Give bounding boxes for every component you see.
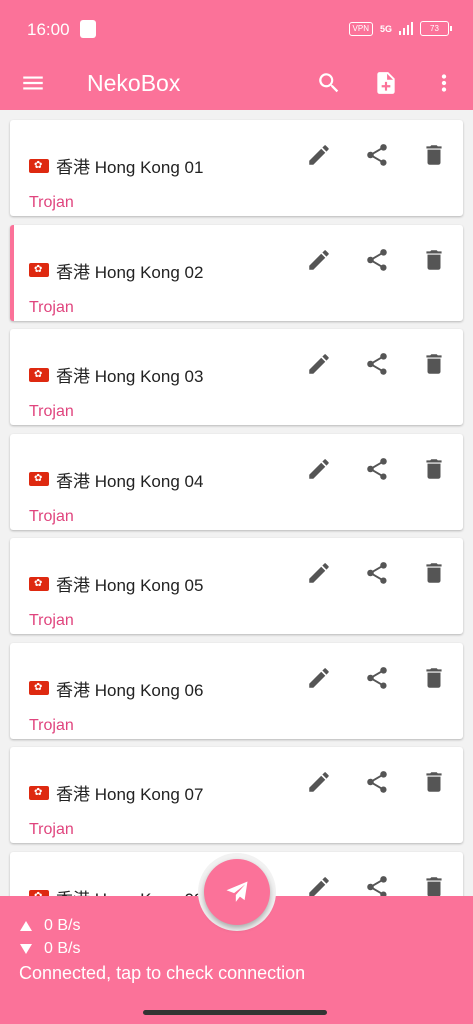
profile-type: Trojan [29, 612, 74, 629]
profile-name: 香港 Hong Kong 03 [29, 362, 203, 387]
hk-flag-icon [29, 681, 49, 695]
profile-name-text: 香港 Hong Kong 08 [56, 885, 203, 897]
edit-icon[interactable] [306, 247, 332, 273]
connection-status[interactable]: Connected, tap to check connection [19, 963, 305, 984]
profile-type: Trojan [29, 298, 74, 316]
connect-fab[interactable] [204, 859, 270, 925]
status-bar: 16:00 VPN 5G 73 [0, 0, 473, 58]
edit-icon[interactable] [306, 351, 332, 377]
edit-icon[interactable] [306, 769, 332, 795]
profile-name-text: 香港 Hong Kong 06 [56, 680, 204, 700]
delete-icon[interactable] [421, 456, 447, 482]
profile-name-text: 香港 Hong Kong 03 [56, 367, 204, 386]
profile-card[interactable]: 香港 Hong Kong 04 Trojan [10, 433, 463, 530]
signal-icon [399, 22, 413, 35]
app-title: NekoBox [87, 70, 181, 96]
profile-card[interactable]: 香港 Hong Kong 02 Trojan [10, 224, 463, 321]
vpn-badge: VPN [348, 21, 373, 36]
share-icon[interactable] [364, 351, 390, 377]
profile-name: 香港 Hong Kong 08 [29, 885, 203, 897]
delete-icon[interactable] [421, 247, 447, 273]
profile-type: Trojan [29, 403, 74, 420]
profile-type: Trojan [29, 821, 74, 838]
share-icon[interactable] [364, 142, 390, 168]
upload-speed: 0 B/s [44, 917, 81, 934]
profile-type: Trojan [29, 716, 74, 734]
share-icon[interactable] [364, 769, 390, 795]
menu-icon[interactable] [20, 70, 46, 96]
profile-name: 香港 Hong Kong 05 [29, 571, 203, 596]
profile-name: 香港 Hong Kong 06 [29, 676, 203, 701]
profile-card[interactable]: 香港 Hong Kong 06 Trojan [10, 642, 463, 739]
profile-name: 香港 Hong Kong 01 [29, 153, 203, 178]
status-indicators: VPN 5G 73 [348, 21, 452, 36]
profile-name: 香港 Hong Kong 04 [29, 467, 203, 492]
profile-card[interactable]: 香港 Hong Kong 05 Trojan [10, 538, 463, 634]
download-arrow-icon [20, 944, 32, 954]
delete-icon[interactable] [421, 142, 447, 168]
edit-icon[interactable] [306, 142, 332, 168]
profile-name-text: 香港 Hong Kong 01 [56, 158, 204, 177]
download-speed: 0 B/s [44, 940, 81, 957]
add-file-icon[interactable] [373, 70, 399, 96]
network-type: 5G [379, 23, 392, 34]
hk-flag-icon [29, 263, 49, 277]
share-icon[interactable] [364, 247, 390, 273]
hk-flag-icon [29, 472, 49, 486]
hk-flag-icon [29, 367, 49, 382]
hk-flag-icon [29, 785, 49, 800]
search-icon[interactable] [316, 70, 342, 96]
edit-icon[interactable] [306, 665, 332, 691]
notification-app-icon [80, 20, 96, 38]
battery-level: 73 [430, 24, 439, 33]
more-vert-icon[interactable] [431, 70, 457, 96]
status-time: 16:00 [27, 20, 70, 39]
profile-name-text: 香港 Hong Kong 07 [56, 785, 204, 804]
share-icon[interactable] [364, 560, 390, 586]
delete-icon[interactable] [421, 665, 447, 691]
profile-type: Trojan [29, 194, 74, 211]
delete-icon[interactable] [421, 769, 447, 795]
share-icon[interactable] [364, 665, 390, 691]
battery-icon: 73 [420, 21, 452, 36]
delete-icon[interactable] [421, 351, 447, 377]
profile-card[interactable]: 香港 Hong Kong 03 Trojan [10, 329, 463, 425]
profile-name: 香港 Hong Kong 02 [29, 258, 203, 283]
download-row: 0 B/s [20, 940, 80, 958]
hk-flag-icon [29, 158, 49, 173]
profile-name-text: 香港 Hong Kong 04 [56, 471, 204, 491]
send-icon [226, 881, 248, 902]
upload-arrow-icon [20, 921, 32, 931]
edit-icon[interactable] [306, 560, 332, 586]
profile-name: 香港 Hong Kong 07 [29, 780, 203, 805]
profile-list[interactable]: 香港 Hong Kong 01 Trojan 香港 Hong Kong 02 Troj… [0, 110, 473, 896]
hk-flag-icon [29, 576, 49, 591]
profile-type: Trojan [29, 507, 74, 525]
profile-card[interactable]: 香港 Hong Kong 07 Trojan [10, 747, 463, 843]
delete-icon[interactable] [421, 560, 447, 586]
upload-row: 0 B/s [20, 917, 80, 935]
edit-icon[interactable] [306, 456, 332, 482]
delete-icon[interactable] [421, 874, 447, 896]
profile-name-text: 香港 Hong Kong 02 [56, 262, 204, 282]
gesture-handle [143, 1010, 327, 1015]
share-icon[interactable] [364, 456, 390, 482]
edit-icon[interactable] [306, 874, 332, 896]
app-bar: NekoBox [0, 58, 473, 110]
profile-name-text: 香港 Hong Kong 05 [56, 576, 204, 595]
profile-card[interactable]: 香港 Hong Kong 01 Trojan [10, 120, 463, 216]
share-icon[interactable] [364, 874, 390, 896]
